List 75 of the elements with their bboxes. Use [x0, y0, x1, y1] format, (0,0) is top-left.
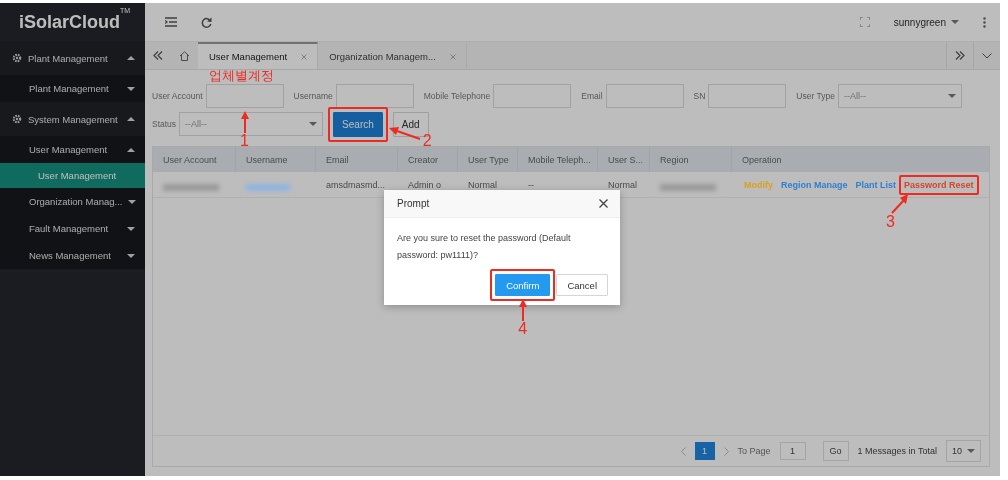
- blurred-value: [163, 183, 219, 191]
- button[interactable]: Search: [333, 111, 383, 137]
- input-field[interactable]: [605, 84, 684, 108]
- menu-item[interactable]: Organization Manag...: [0, 188, 145, 215]
- refresh-icon[interactable]: [201, 16, 212, 28]
- field-label: Mobile Telephone: [423, 91, 491, 101]
- annotation-arrow: [239, 111, 250, 133]
- field-label: Username: [293, 91, 333, 101]
- home-icon[interactable]: [179, 50, 190, 61]
- annotation-arrow: [517, 299, 528, 321]
- button[interactable]: Cancel: [556, 274, 608, 296]
- table-cell-text: amsdmasmd...: [325, 178, 386, 192]
- menu-item[interactable]: Fault Management: [0, 215, 145, 242]
- user-menu[interactable]: sunnygreen: [893, 16, 959, 28]
- column-header: User S...: [598, 147, 650, 172]
- input-field[interactable]: [205, 84, 284, 108]
- total-count: 1 Messages in Total: [857, 446, 937, 456]
- column-header: Username: [236, 147, 316, 172]
- fullscreen-icon[interactable]: [859, 17, 870, 27]
- table-cell-text: Normal: [607, 178, 638, 192]
- callout-number: 4: [518, 321, 528, 337]
- annotation-arrow: [890, 193, 911, 214]
- callout-number: 1: [240, 133, 249, 149]
- blurred-value: [660, 183, 716, 191]
- column-header: Region: [650, 147, 732, 172]
- field-label: Status: [152, 119, 177, 129]
- page-label: To Page: [737, 446, 771, 456]
- menu-item[interactable]: News Management: [0, 242, 145, 269]
- go-button[interactable]: Go: [822, 441, 849, 461]
- gear-icon: [12, 114, 22, 124]
- close-icon: [449, 53, 456, 60]
- chevron-down-icon[interactable]: [982, 52, 992, 59]
- column-header: Creator: [398, 147, 458, 172]
- menu-item[interactable]: User Management: [0, 136, 145, 163]
- more-icon[interactable]: [983, 16, 986, 28]
- column-header: Mobile Teleph...: [518, 147, 598, 172]
- table-cell-text: --: [527, 178, 535, 192]
- double-chevron-left-icon[interactable]: [153, 51, 163, 60]
- gear-icon: [12, 53, 22, 63]
- input-field[interactable]: [493, 84, 572, 108]
- field-label: Email: [581, 91, 603, 101]
- caret-icon: [947, 94, 956, 98]
- column-header: User Account: [153, 147, 236, 172]
- input-field[interactable]: [708, 84, 787, 108]
- menu-group[interactable]: Plant Management: [0, 41, 145, 75]
- double-chevron-right-icon[interactable]: [955, 51, 965, 60]
- caret-icon: [951, 20, 959, 24]
- column-header: Operation: [741, 153, 783, 167]
- menu-group[interactable]: System Management: [0, 102, 145, 136]
- menu-item[interactable]: Plant Management: [0, 75, 145, 102]
- dialog-title: Prompt: [397, 198, 430, 209]
- table-cell-text: Normal: [467, 178, 498, 192]
- tab[interactable]: User Management: [198, 42, 319, 69]
- field-label: User Type: [796, 91, 835, 101]
- caret-icon: [309, 122, 318, 126]
- dialog-message: Are you sure to reset the password (Default password: pw1111)?: [397, 232, 572, 262]
- column-header: User Type: [458, 147, 518, 172]
- logo-text: iSolarCloud: [19, 11, 120, 33]
- close-icon: [301, 53, 308, 60]
- menu-item[interactable]: User Management: [0, 163, 145, 188]
- annotation-arrow: [388, 126, 421, 141]
- table-cell-text: Admin o: [407, 178, 443, 192]
- menu-icon[interactable]: [165, 17, 177, 27]
- field-label: User Account: [152, 91, 203, 101]
- callout-number: 3: [886, 213, 895, 230]
- close-icon[interactable]: [599, 199, 608, 208]
- tab[interactable]: Organization Managem...: [318, 42, 467, 69]
- input-field[interactable]: [335, 84, 414, 108]
- blurred-value: [246, 183, 290, 191]
- page-input[interactable]: 1: [779, 442, 806, 460]
- field-label: SN: [693, 91, 706, 101]
- caret-icon: [967, 449, 975, 453]
- annotation-text: 업체별계정: [208, 69, 274, 83]
- page-size-select[interactable]: 10: [946, 440, 981, 462]
- column-header: Email: [316, 147, 398, 172]
